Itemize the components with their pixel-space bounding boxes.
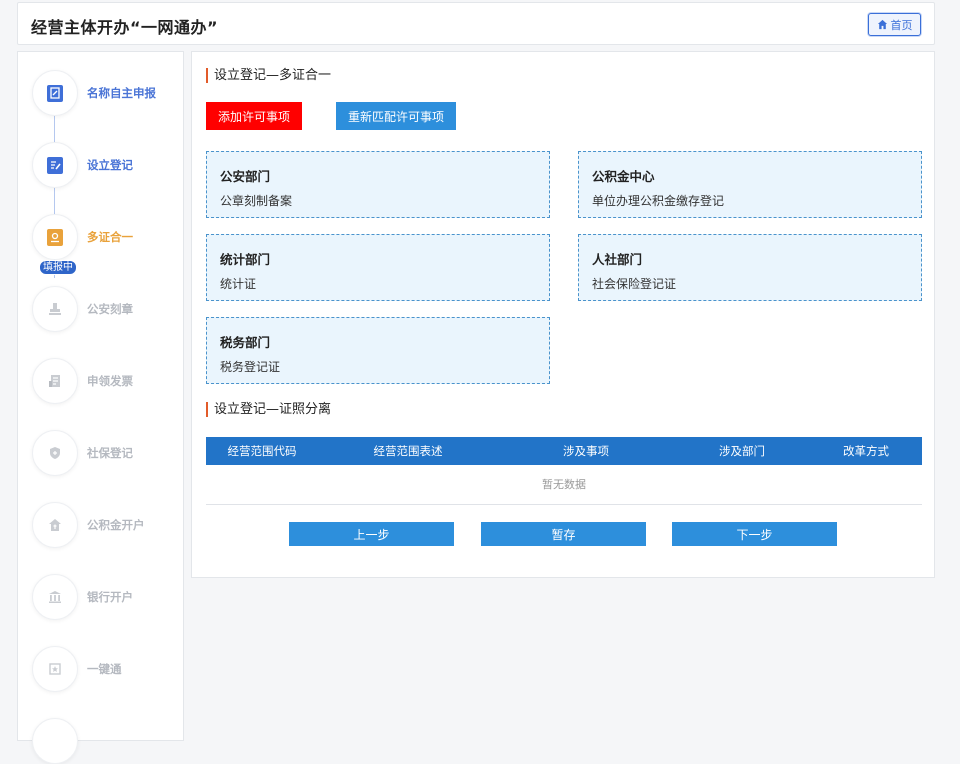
step-circle — [32, 142, 78, 188]
step-circle — [32, 286, 78, 332]
invoice-icon — [47, 373, 63, 390]
step-circle — [32, 646, 78, 692]
step-label: 设立登记 — [87, 158, 133, 172]
page-title: 经营主体开办“一网通办” — [31, 18, 219, 37]
table-header: 经营范围代码 经营范围表述 涉及事项 涉及部门 改革方式 — [206, 437, 922, 465]
home-icon — [877, 19, 887, 30]
card-title: 公安部门 — [220, 169, 271, 184]
column-header: 经营范围表述 — [373, 444, 443, 458]
section-title-license-separation: 设立登记—证照分离 — [206, 402, 331, 417]
card-desc: 税务登记证 — [220, 360, 281, 374]
star-badge-icon — [47, 661, 63, 678]
save-draft-button[interactable]: 暂存 — [481, 522, 646, 546]
status-badge: 填报中 — [39, 260, 77, 275]
section-title-multi-certificate: 设立登记—多证合一 — [206, 68, 331, 83]
prev-step-button[interactable]: 上一步 — [289, 522, 454, 546]
card-desc: 统计证 — [220, 277, 257, 291]
home-button-label: 首页 — [890, 18, 913, 32]
card-title: 税务部门 — [220, 335, 271, 350]
shield-icon — [47, 445, 63, 462]
step-social-security[interactable]: 社保登记 — [32, 430, 182, 476]
step-multi-certificate[interactable]: 多证合一 — [32, 214, 182, 260]
card-title: 统计部门 — [220, 252, 271, 267]
step-label: 公积金开户 — [87, 518, 145, 532]
department-card-hr-social[interactable]: 人社部门 社会保险登记证 — [578, 234, 922, 301]
department-card-housing-fund[interactable]: 公积金中心 单位办理公积金缴存登记 — [578, 151, 922, 218]
step-one-click[interactable]: 一键通 — [32, 646, 182, 692]
rematch-permit-button[interactable]: 重新匹配许可事项 — [336, 102, 456, 130]
step-name-declaration[interactable]: 名称自主申报 — [32, 70, 182, 116]
step-circle — [32, 214, 78, 260]
page-header: 经营主体开办“一网通办” 首页 — [17, 2, 935, 45]
home-button[interactable]: 首页 — [868, 13, 921, 36]
main-panel: 设立登记—多证合一 添加许可事项 重新匹配许可事项 公安部门 公章刻制备案 公积… — [191, 51, 935, 578]
stamp-icon — [47, 301, 63, 318]
card-title: 人社部门 — [592, 252, 643, 267]
step-circle — [32, 358, 78, 404]
step-circle — [32, 430, 78, 476]
department-card-police[interactable]: 公安部门 公章刻制备案 — [206, 151, 550, 218]
step-label: 一键通 — [87, 662, 122, 676]
step-invoice[interactable]: 申领发票 — [32, 358, 182, 404]
department-card-tax[interactable]: 税务部门 税务登记证 — [206, 317, 550, 384]
step-sidebar: 名称自主申报 设立登记 多证合一 填报中 公安刻章 申领发票 社保登记 公积金开… — [17, 51, 184, 764]
card-desc: 单位办理公积金缴存登记 — [592, 194, 725, 208]
empty-table-text: 暂无数据 — [206, 465, 922, 505]
department-card-statistics[interactable]: 统计部门 统计证 — [206, 234, 550, 301]
step-label: 社保登记 — [87, 446, 133, 460]
step-circle — [32, 502, 78, 548]
pen-document-icon — [47, 156, 63, 174]
house-fund-icon — [47, 517, 63, 534]
add-permit-button[interactable]: 添加许可事项 — [206, 102, 302, 130]
certificate-icon — [47, 228, 63, 246]
step-extra — [32, 718, 182, 764]
step-label: 银行开户 — [87, 590, 133, 604]
license-table: 经营范围代码 经营范围表述 涉及事项 涉及部门 改革方式 暂无数据 — [206, 437, 922, 505]
step-registration[interactable]: 设立登记 — [32, 142, 182, 188]
step-label: 名称自主申报 — [87, 86, 156, 100]
step-bank-account[interactable]: 银行开户 — [32, 574, 182, 620]
column-header: 涉及事项 — [563, 444, 609, 458]
next-step-button[interactable]: 下一步 — [672, 522, 837, 546]
column-header: 经营范围代码 — [227, 444, 297, 458]
column-header: 改革方式 — [843, 444, 889, 458]
card-desc: 公章刻制备案 — [220, 194, 293, 208]
bank-icon — [47, 589, 63, 606]
card-desc: 社会保险登记证 — [592, 277, 677, 291]
step-police-seal[interactable]: 公安刻章 — [32, 286, 182, 332]
step-circle — [32, 70, 78, 116]
step-label: 多证合一 — [87, 230, 133, 244]
step-circle — [32, 574, 78, 620]
step-label: 申领发票 — [87, 374, 133, 388]
step-circle — [32, 718, 78, 764]
edit-document-icon — [47, 84, 63, 102]
column-header: 涉及部门 — [719, 444, 765, 458]
card-title: 公积金中心 — [592, 169, 655, 184]
step-label: 公安刻章 — [87, 302, 133, 316]
step-housing-fund[interactable]: 公积金开户 — [32, 502, 182, 548]
